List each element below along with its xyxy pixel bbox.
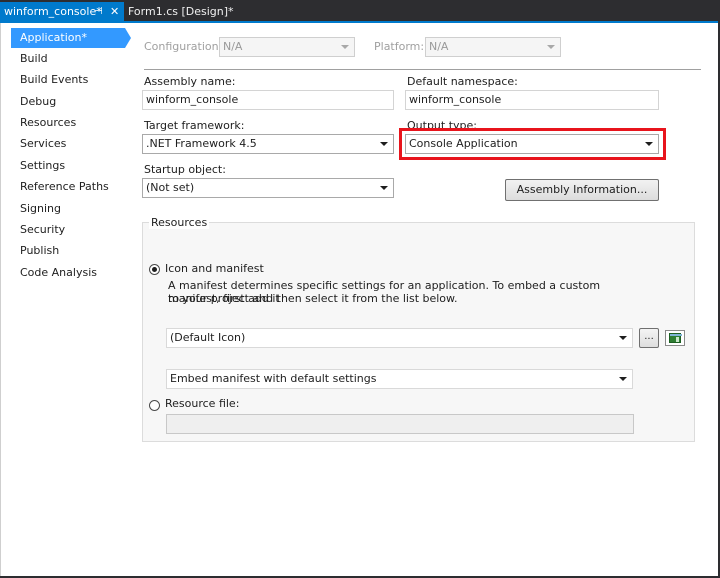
startup-object-label: Startup object: — [144, 163, 226, 176]
sidebar-item-resources[interactable]: Resources — [11, 114, 76, 132]
sidebar-item-publish[interactable]: Publish — [11, 242, 59, 260]
target-framework-dropdown[interactable]: .NET Framework 4.5 — [142, 134, 394, 154]
platform-dropdown[interactable]: N/A — [425, 37, 561, 57]
tab-winform-console[interactable]: winform_console* ⊣ ✕ — [0, 2, 124, 22]
default-namespace-input[interactable]: winform_console — [405, 90, 659, 110]
sidebar-item-build-events[interactable]: Build Events — [11, 71, 88, 89]
selected-arrow-indicator — [125, 28, 131, 48]
chevron-down-icon — [341, 45, 349, 49]
tab-label: Form1.cs [Design]* — [128, 5, 234, 18]
platform-value: N/A — [429, 40, 449, 53]
chevron-down-icon — [380, 142, 388, 146]
sidebar-item-services[interactable]: Services — [11, 135, 66, 153]
configuration-dropdown[interactable]: N/A — [219, 37, 355, 57]
chevron-down-icon — [619, 377, 627, 381]
manifest-description-line2: to your project and then select it from … — [168, 292, 458, 305]
properties-sidebar: Application* Build Build Events Debug Re… — [1, 23, 133, 323]
sidebar-item-application[interactable]: Application* — [11, 28, 125, 48]
chevron-down-icon — [619, 336, 627, 340]
sidebar-item-debug[interactable]: Debug — [11, 93, 56, 111]
manifest-dropdown[interactable]: Embed manifest with default settings — [166, 369, 633, 389]
icon-manifest-label: Icon and manifest — [165, 262, 264, 275]
startup-object-value: (Not set) — [146, 181, 195, 194]
sidebar-item-settings[interactable]: Settings — [11, 157, 65, 175]
chevron-down-icon — [547, 45, 555, 49]
icon-value: (Default Icon) — [170, 331, 246, 344]
assembly-name-input[interactable]: winform_console — [142, 90, 394, 110]
default-namespace-label: Default namespace: — [407, 75, 518, 88]
target-framework-value: .NET Framework 4.5 — [146, 137, 257, 150]
sidebar-item-signing[interactable]: Signing — [11, 200, 61, 218]
manifest-value: Embed manifest with default settings — [170, 372, 377, 385]
sidebar-item-reference-paths[interactable]: Reference Paths — [11, 178, 109, 196]
icon-dropdown[interactable]: (Default Icon) — [166, 328, 633, 348]
close-icon[interactable]: ✕ — [110, 2, 119, 22]
chevron-down-icon — [380, 186, 388, 190]
assembly-name-label: Assembly name: — [144, 75, 236, 88]
pin-icon[interactable]: ⊣ — [94, 2, 103, 22]
configuration-label: Configuration: — [144, 40, 223, 53]
target-framework-label: Target framework: — [144, 119, 245, 132]
resource-file-radio[interactable] — [149, 400, 160, 411]
platform-label: Platform: — [374, 40, 425, 53]
sidebar-item-security[interactable]: Security — [11, 221, 65, 239]
browse-icon-button[interactable]: ... — [639, 328, 659, 348]
output-type-highlight-box — [399, 128, 666, 160]
divider — [144, 69, 701, 70]
window-icon — [669, 333, 682, 343]
resources-group-label: Resources — [149, 216, 210, 229]
document-tab-strip: winform_console* ⊣ ✕ Form1.cs [Design]* — [0, 0, 720, 23]
assembly-information-button[interactable]: Assembly Information... — [505, 179, 659, 201]
application-icon-preview — [665, 330, 685, 346]
sidebar-item-build[interactable]: Build — [11, 50, 48, 68]
sidebar-item-code-analysis[interactable]: Code Analysis — [11, 264, 97, 282]
tab-form1-design[interactable]: Form1.cs [Design]* — [126, 2, 234, 22]
icon-manifest-radio[interactable] — [149, 264, 160, 275]
project-properties-page: Application* Build Build Events Debug Re… — [0, 23, 718, 576]
tab-label: winform_console* — [4, 5, 102, 18]
resource-file-input[interactable] — [166, 414, 634, 434]
startup-object-dropdown[interactable]: (Not set) — [142, 178, 394, 198]
resource-file-label: Resource file: — [165, 397, 240, 410]
configuration-value: N/A — [223, 40, 243, 53]
